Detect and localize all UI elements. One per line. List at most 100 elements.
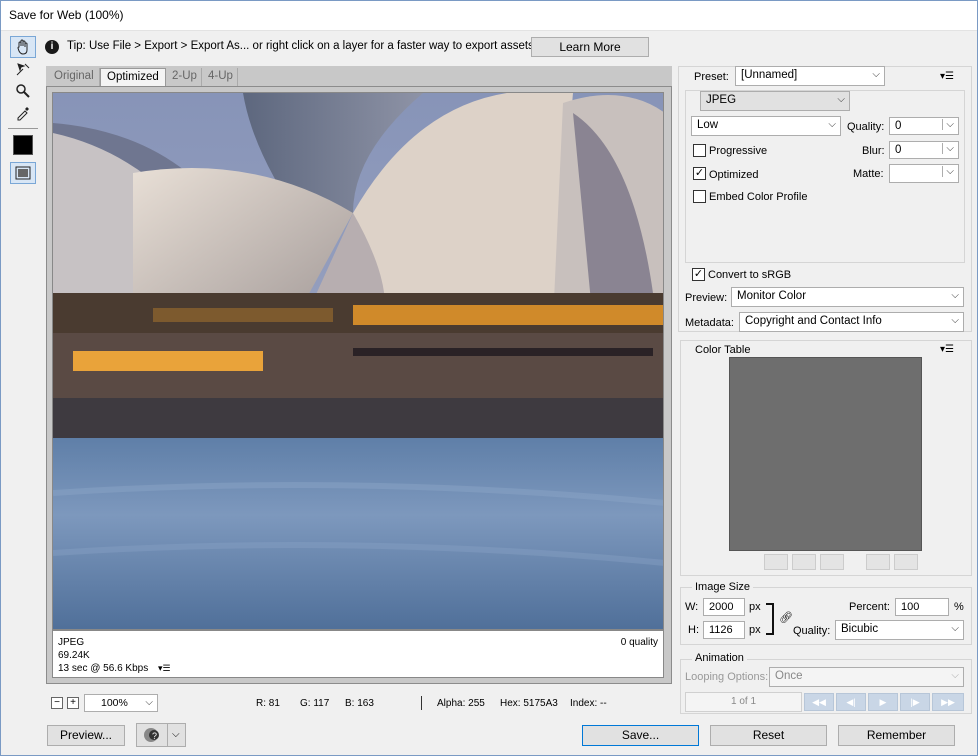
tip-bar: i Tip: Use File > Export > Export As... … [42,34,972,60]
tip-text: Tip: Use File > Export > Export As... or… [67,40,534,52]
reset-button[interactable]: Reset [710,725,827,746]
chevron-down-icon: ⌵ [145,697,153,708]
optimized-checkbox[interactable]: ✓ [693,167,706,180]
format-value: JPEG [706,94,737,106]
image-size-label: Image Size [692,581,754,593]
last-frame-icon[interactable]: ▶▶ [932,693,964,711]
chevron-down-icon[interactable]: ⌵ [942,119,954,130]
embed-profile-checkbox[interactable] [693,190,706,203]
chevron-down-icon: ⌵ [951,670,959,681]
info-menu-icon[interactable]: ▾☰ [158,663,171,674]
resample-quality-select[interactable]: Bicubic ⌵ [835,620,964,640]
resample-quality-label: Quality: [793,625,831,637]
chevron-down-icon: ⌵ [172,729,180,740]
zoom-out-button[interactable]: − [51,697,63,709]
remember-button[interactable]: Remember [838,725,955,746]
chevron-down-icon: ⌵ [951,315,959,326]
height-label: H: [688,624,699,636]
zoom-tool-icon[interactable] [10,80,36,102]
title-bar: Save for Web (100%) [0,0,978,31]
eyedropper-color-swatch[interactable] [10,134,36,156]
chevron-down-icon[interactable]: ⌵ [942,143,954,154]
status-g: G: 117 [300,698,330,709]
status-b: B: 163 [345,698,374,709]
metadata-select[interactable]: Copyright and Contact Info ⌵ [739,312,964,332]
learn-more-button[interactable]: Learn More [531,37,649,57]
srgb-label: Convert to sRGB [708,269,792,281]
chevron-down-icon: ⌵ [951,290,959,301]
map-color-icon[interactable] [764,554,788,570]
browser-select-button[interactable]: ? ⌵ [136,723,186,747]
image-info-panel: JPEG 69.24K 13 sec @ 56.6 Kbps ▾☰ 0 qual… [52,630,664,678]
toggle-slices-visibility-icon[interactable] [10,162,36,184]
format-select[interactable]: JPEG ⌵ [700,91,850,111]
slice-select-tool-icon[interactable] [10,58,36,80]
percent-unit: % [954,601,964,613]
new-color-icon[interactable] [866,554,890,570]
progressive-label: Progressive [709,145,768,157]
percent-input[interactable]: 100 [895,598,949,616]
tab-original[interactable]: Original [48,68,100,86]
tab-4-up[interactable]: 4-Up [202,68,238,86]
chevron-down-icon: ⌵ [837,94,845,105]
info-download-time: 13 sec @ 56.6 Kbps [58,663,149,674]
tab-optimized[interactable]: Optimized [100,68,166,86]
window-title: Save for Web (100%) [9,8,124,22]
status-alpha: Alpha: 255 [437,698,485,709]
status-divider [421,696,422,710]
status-hex: Hex: 5175A3 [500,698,558,709]
optimized-preview-image[interactable] [52,92,664,630]
previous-frame-icon[interactable]: ◀| [836,693,866,711]
play-icon[interactable]: ▶ [868,693,898,711]
width-label: W: [685,601,699,613]
preview-select[interactable]: Monitor Color ⌵ [731,287,964,307]
web-shift-icon[interactable] [792,554,816,570]
tab-2-up[interactable]: 2-Up [166,68,202,86]
blur-label: Blur: [862,145,885,157]
width-input[interactable]: 2000 [703,598,745,616]
height-input[interactable]: 1126 [703,621,745,639]
height-unit: px [749,624,761,636]
eyedropper-tool-icon[interactable] [10,102,36,124]
frame-counter: 1 of 1 [685,692,802,712]
embed-profile-label: Embed Color Profile [709,191,808,203]
next-frame-icon[interactable]: |▶ [900,693,930,711]
info-size: 69.24K [58,650,90,661]
zoom-value: 100% [101,697,128,709]
width-unit: px [749,601,761,613]
progressive-checkbox[interactable] [693,144,706,157]
matte-select[interactable]: ⌵ [889,164,959,183]
status-r: R: 81 [256,698,280,709]
color-table-menu-icon[interactable]: ▾☰ [940,344,954,355]
status-index: Index: -- [570,698,607,709]
first-frame-icon[interactable]: ◀◀ [804,693,834,711]
save-button[interactable]: Save... [582,725,699,746]
looping-select[interactable]: Once ⌵ [769,667,964,687]
srgb-checkbox[interactable]: ✓ [692,268,705,281]
quality-value: 0 [895,120,902,132]
preview-button[interactable]: Preview... [47,725,125,746]
compression-select[interactable]: Low ⌵ [691,116,841,136]
color-table-label: Color Table [692,344,754,356]
quality-input[interactable]: 0 ⌵ [889,117,959,135]
chain-link-icon[interactable]: 🔗︎ [779,611,793,624]
toolbox [6,34,40,194]
view-tabs: Original Optimized 2-Up 4-Up [46,66,672,86]
chevron-down-icon: ⌵ [828,119,836,130]
info-icon: i [45,40,59,54]
preset-select[interactable]: [Unnamed] ⌵ [735,66,885,86]
hand-tool-icon[interactable] [10,36,36,58]
blur-input[interactable]: 0 ⌵ [889,141,959,159]
zoom-select[interactable]: 100% ⌵ [84,694,158,712]
lock-color-icon[interactable] [820,554,844,570]
optimize-menu-icon[interactable]: ▾☰ [940,71,954,82]
chevron-down-icon: ⌵ [951,623,959,634]
metadata-value: Copyright and Contact Info [745,315,882,327]
resample-quality-value: Bicubic [841,623,879,635]
zoom-in-button[interactable]: + [67,697,79,709]
matte-label: Matte: [853,168,884,180]
looping-label: Looping Options: [685,671,769,683]
color-table-swatches[interactable] [729,357,922,551]
quality-label: Quality: [847,121,885,133]
trash-icon[interactable] [894,554,918,570]
